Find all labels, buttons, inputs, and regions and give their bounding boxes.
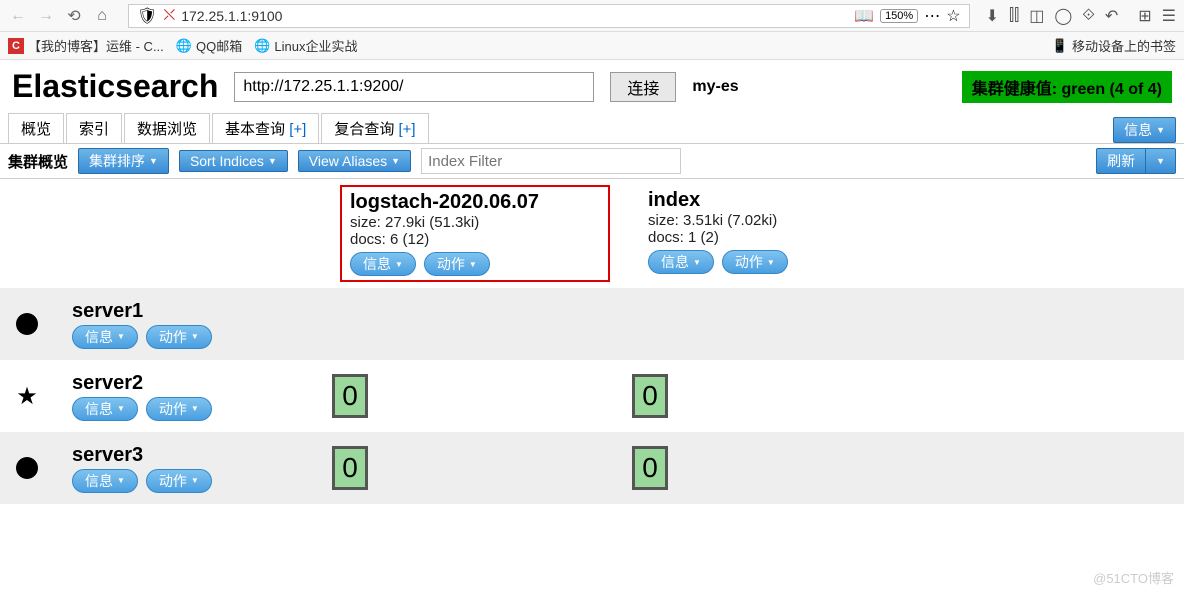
index-docs: docs: 1 (2) bbox=[648, 229, 788, 246]
refresh-button[interactable]: 刷新 bbox=[1096, 148, 1146, 174]
chevron-down-icon: ▼ bbox=[767, 258, 775, 267]
tab-overview[interactable]: 概览 bbox=[8, 113, 64, 143]
zoom-badge[interactable]: 150% bbox=[880, 9, 918, 23]
dots-icon[interactable]: ⋯ bbox=[924, 6, 940, 26]
tab-browser[interactable]: 数据浏览 bbox=[124, 113, 210, 143]
star-icon: ★ bbox=[16, 382, 38, 411]
chevron-down-icon: ▼ bbox=[395, 260, 403, 269]
node-row: ★ server2 信息▼ 动作▼ 0 0 bbox=[0, 360, 1184, 432]
index-size: size: 3.51ki (7.02ki) bbox=[648, 212, 788, 229]
health-badge: 集群健康值: green (4 of 4) bbox=[962, 71, 1172, 103]
connect-button[interactable]: 连接 bbox=[610, 72, 676, 102]
lock-slash-icon: ⛌ bbox=[163, 7, 175, 25]
chevron-down-icon: ▼ bbox=[268, 156, 277, 166]
index-name[interactable]: logstach-2020.06.07 bbox=[350, 191, 600, 214]
tab-compound-query[interactable]: 复合查询 [+] bbox=[321, 113, 428, 143]
node-row: server3 信息▼ 动作▼ 0 0 bbox=[0, 432, 1184, 504]
reload-icon[interactable]: ⟲ bbox=[64, 6, 84, 26]
mobile-icon: 📱 bbox=[1052, 38, 1068, 54]
reader-icon[interactable]: 📖 bbox=[854, 6, 874, 26]
node-info-button[interactable]: 信息▼ bbox=[72, 469, 138, 493]
info-button[interactable]: 信息▼ bbox=[1113, 117, 1176, 143]
chevron-down-icon: ▼ bbox=[1156, 156, 1165, 166]
watermark: @51CTO博客 bbox=[1093, 568, 1174, 587]
circle-icon bbox=[16, 457, 38, 479]
restore-icon[interactable]: ↶ bbox=[1105, 6, 1118, 26]
node-info-button[interactable]: 信息▼ bbox=[72, 325, 138, 349]
es-url-input[interactable] bbox=[234, 72, 594, 102]
chevron-down-icon: ▼ bbox=[1156, 125, 1165, 135]
bookmark-item[interactable]: C 【我的博客】运维 - C... bbox=[8, 36, 164, 55]
index-card-index: index size: 3.51ki (7.02ki) docs: 1 (2) … bbox=[640, 185, 796, 282]
sidebar-icon[interactable]: ◫ bbox=[1029, 6, 1044, 26]
shard-box[interactable]: 0 bbox=[332, 446, 368, 490]
toolbar-icons: ⬇ ⫿⫿ ◫ ◯ ⟐ ↶ ⊞ ☰ bbox=[986, 6, 1176, 26]
cluster-name: my-es bbox=[692, 78, 738, 96]
browser-nav-bar: ← → ⟲ ⌂ 🛡 ⛌ 172.25.1.1:9100 📖 150% ⋯ ☆ ⬇… bbox=[0, 0, 1184, 32]
index-info-button[interactable]: 信息▼ bbox=[350, 252, 416, 276]
tab-basic-query[interactable]: 基本查询 [+] bbox=[212, 113, 319, 143]
shard-box[interactable]: 0 bbox=[332, 374, 368, 418]
bookmarks-bar: C 【我的博客】运维 - C... 🌐 QQ邮箱 🌐 Linux企业实战 📱 移… bbox=[0, 32, 1184, 60]
chevron-down-icon: ▼ bbox=[391, 156, 400, 166]
tab-indices[interactable]: 索引 bbox=[66, 113, 122, 143]
index-name[interactable]: index bbox=[648, 189, 788, 212]
apps-icon[interactable]: ⊞ bbox=[1138, 6, 1151, 26]
node-name: server2 bbox=[72, 372, 302, 395]
index-docs: docs: 6 (12) bbox=[350, 231, 600, 248]
globe-icon: 🌐 bbox=[176, 38, 192, 54]
back-icon[interactable]: ← bbox=[8, 6, 28, 26]
index-action-button[interactable]: 动作▼ bbox=[424, 252, 490, 276]
chevron-down-icon: ▼ bbox=[149, 156, 158, 166]
library-icon[interactable]: ⫿⫿ bbox=[1009, 7, 1019, 25]
account-icon[interactable]: ◯ bbox=[1054, 6, 1072, 26]
shard-box[interactable]: 0 bbox=[632, 374, 668, 418]
sort-cluster-button[interactable]: 集群排序▼ bbox=[78, 148, 169, 174]
index-size: size: 27.9ki (51.3ki) bbox=[350, 214, 600, 231]
node-name: server1 bbox=[72, 300, 302, 323]
node-row: server1 信息▼ 动作▼ bbox=[0, 288, 1184, 360]
menu-icon[interactable]: ☰ bbox=[1162, 6, 1176, 26]
bookmark-icon: C bbox=[8, 38, 24, 54]
star-icon[interactable]: ☆ bbox=[946, 6, 960, 26]
chevron-down-icon: ▼ bbox=[693, 258, 701, 267]
mobile-bookmarks[interactable]: 📱 移动设备上的书签 bbox=[1052, 36, 1176, 55]
node-info-button[interactable]: 信息▼ bbox=[72, 397, 138, 421]
toolbar-label: 集群概览 bbox=[8, 151, 68, 172]
index-card-logstach: logstach-2020.06.07 size: 27.9ki (51.3ki… bbox=[340, 185, 610, 282]
shield-icon: 🛡 bbox=[137, 6, 157, 26]
home-icon[interactable]: ⌂ bbox=[92, 6, 112, 26]
circle-icon bbox=[16, 313, 38, 335]
app-title: Elasticsearch bbox=[12, 68, 218, 105]
index-info-button[interactable]: 信息▼ bbox=[648, 250, 714, 274]
view-aliases-button[interactable]: View Aliases▼ bbox=[298, 150, 411, 172]
node-action-button[interactable]: 动作▼ bbox=[146, 325, 212, 349]
refresh-dropdown[interactable]: ▼ bbox=[1146, 148, 1176, 174]
globe-icon: 🌐 bbox=[254, 38, 270, 54]
bookmark-item[interactable]: 🌐 Linux企业实战 bbox=[254, 36, 357, 55]
url-bar[interactable]: 🛡 ⛌ 172.25.1.1:9100 📖 150% ⋯ ☆ bbox=[128, 4, 970, 28]
chevron-down-icon: ▼ bbox=[469, 260, 477, 269]
forward-icon[interactable]: → bbox=[36, 6, 56, 26]
es-header: Elasticsearch 连接 my-es 集群健康值: green (4 o… bbox=[0, 60, 1184, 113]
tabs: 概览 索引 数据浏览 基本查询 [+] 复合查询 [+] 信息▼ bbox=[0, 113, 1184, 144]
node-action-button[interactable]: 动作▼ bbox=[146, 469, 212, 493]
url-text: 172.25.1.1:9100 bbox=[181, 8, 848, 24]
cluster-toolbar: 集群概览 集群排序▼ Sort Indices▼ View Aliases▼ 刷… bbox=[0, 144, 1184, 179]
node-name: server3 bbox=[72, 444, 302, 467]
download-icon[interactable]: ⬇ bbox=[986, 6, 999, 26]
shard-box[interactable]: 0 bbox=[632, 446, 668, 490]
node-action-button[interactable]: 动作▼ bbox=[146, 397, 212, 421]
index-action-button[interactable]: 动作▼ bbox=[722, 250, 788, 274]
index-filter-input[interactable] bbox=[421, 148, 681, 174]
bookmark-item[interactable]: 🌐 QQ邮箱 bbox=[176, 36, 242, 55]
indices-header: logstach-2020.06.07 size: 27.9ki (51.3ki… bbox=[0, 179, 1184, 288]
clock-icon[interactable]: ⟐ bbox=[1082, 7, 1095, 25]
sort-indices-button[interactable]: Sort Indices▼ bbox=[179, 150, 288, 172]
